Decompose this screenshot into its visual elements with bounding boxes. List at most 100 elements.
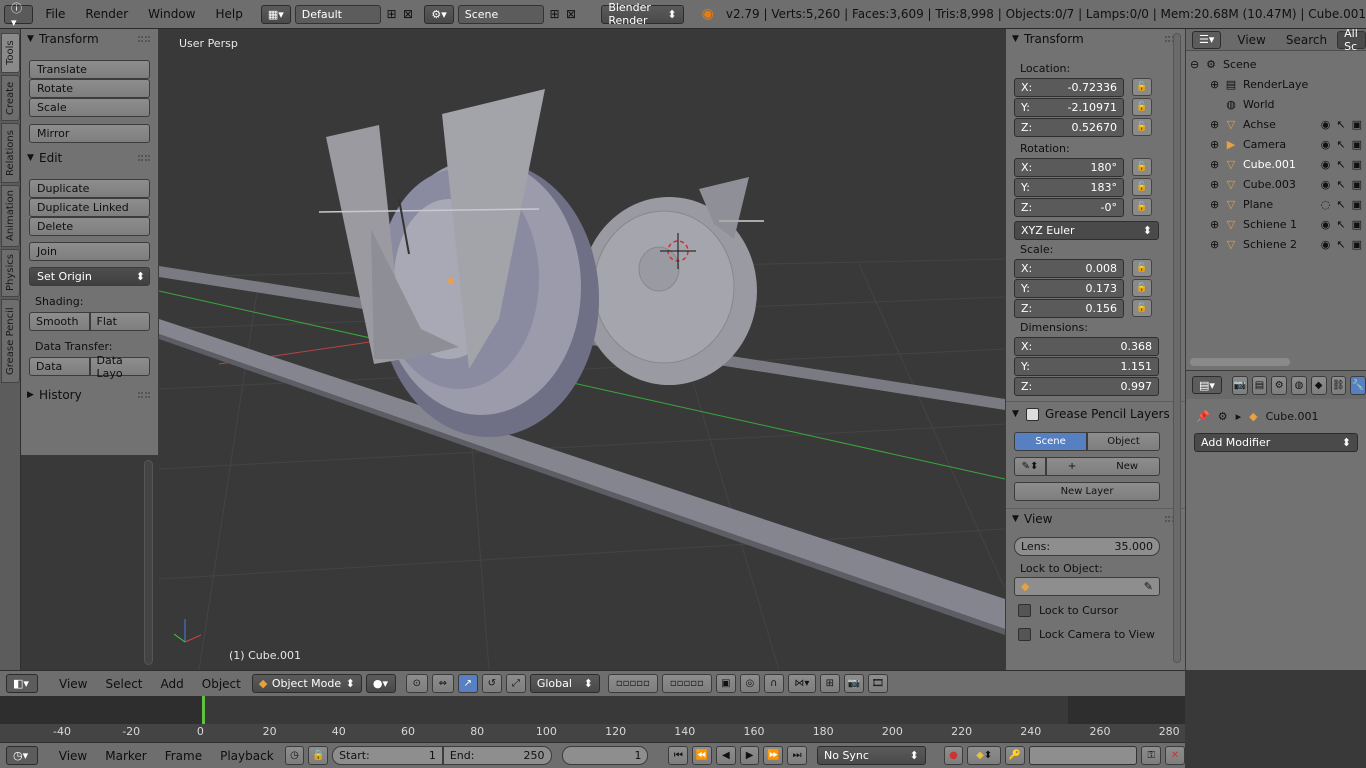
world-tab-icon[interactable]: ◍	[1291, 375, 1307, 395]
scale-manipulator-icon[interactable]: ⤢	[505, 674, 526, 693]
add-scene-icon[interactable]: ⊞	[548, 5, 561, 23]
cursor-icon[interactable]: ↖	[1336, 178, 1345, 191]
viewport-menu-add[interactable]: Add	[154, 677, 191, 691]
jump-end-icon[interactable]: ⏭	[787, 746, 807, 765]
eyedropper-icon[interactable]: ✎	[1144, 580, 1153, 593]
tab-create[interactable]: Create	[1, 75, 20, 121]
render-tab-icon[interactable]: 📷	[1231, 375, 1248, 395]
outliner-row-renderlayers[interactable]: ⊕ ▤ RenderLaye	[1186, 74, 1366, 94]
jump-start-icon[interactable]: ⏮	[668, 746, 689, 765]
eye-icon[interactable]: ◉	[1321, 118, 1331, 131]
expand-icon[interactable]: ⊕	[1210, 158, 1224, 171]
viewport-editor-type[interactable]: ◧▾	[6, 674, 38, 693]
gp-new-layer-button[interactable]: New Layer	[1014, 482, 1160, 501]
lock-camera-checkbox[interactable]	[1018, 627, 1031, 641]
rotation-x-field[interactable]: X: 180°	[1014, 157, 1124, 177]
outliner-row-schiene1[interactable]: ⊕ ▽ Schiene 1 ◉ ↖ ▣	[1186, 214, 1366, 234]
sync-mode-select[interactable]: No Sync ⬍	[816, 746, 926, 765]
keyframe-insert-icon[interactable]: 🔑	[1004, 746, 1025, 765]
insert-keyframe-icon[interactable]: ⚿	[1141, 746, 1162, 765]
start-frame-field[interactable]: Start: 1	[332, 746, 443, 765]
manipulator-toggle-icon[interactable]: ⇔	[431, 674, 454, 693]
pin-icon[interactable]: 📌	[1196, 410, 1210, 423]
render-icon[interactable]: ▣	[1352, 178, 1362, 191]
grease-pencil-layers-header[interactable]: ▼ Grease Pencil Layers	[1006, 402, 1185, 426]
gp-new-button[interactable]: + New	[1046, 457, 1160, 476]
lock-rotation-y-icon[interactable]: 🔓	[1132, 178, 1152, 196]
lock-location-z-icon[interactable]: 🔓	[1132, 118, 1152, 136]
remove-scene-icon[interactable]: ⊠	[565, 5, 578, 23]
viewport-shading-select[interactable]: ●▾	[365, 674, 396, 693]
data-button[interactable]: Data	[29, 357, 90, 376]
location-x-field[interactable]: X: -0.72336	[1014, 77, 1124, 97]
scale-x-field[interactable]: X: 0.008	[1014, 258, 1124, 278]
lock-location-x-icon[interactable]: 🔓	[1132, 78, 1152, 96]
current-frame-field[interactable]: 1	[561, 746, 649, 765]
viewport-menu-object[interactable]: Object	[195, 677, 248, 691]
render-icon[interactable]: ▣	[1352, 158, 1362, 171]
n-panel-scrollbar[interactable]	[1173, 33, 1181, 663]
outliner-view-menu[interactable]: View	[1237, 33, 1265, 47]
grease-pencil-checkbox[interactable]	[1026, 407, 1039, 421]
timeline-menu-view[interactable]: View	[52, 749, 94, 763]
render-engine-select[interactable]: Blender Render ⬍	[601, 1, 684, 27]
lock-scale-x-icon[interactable]: 🔓	[1132, 259, 1152, 277]
scale-y-field[interactable]: Y: 0.173	[1014, 278, 1124, 298]
eye-icon[interactable]: ◌	[1321, 198, 1331, 211]
eye-icon[interactable]: ◉	[1321, 138, 1331, 151]
scene-selector[interactable]: ⚙▾	[424, 4, 454, 24]
timeline-editor-type[interactable]: ◷▾	[6, 746, 38, 765]
smooth-button[interactable]: Smooth	[29, 312, 90, 331]
play-icon[interactable]: ▶	[739, 746, 760, 765]
timeline-menu-marker[interactable]: Marker	[98, 749, 153, 763]
scale-z-field[interactable]: Z: 0.156	[1014, 298, 1124, 318]
scene-name[interactable]: Scene	[457, 4, 545, 24]
eye-icon[interactable]: ◉	[1321, 178, 1331, 191]
modifiers-tab-icon[interactable]: 🔧	[1350, 375, 1366, 395]
orientation-select[interactable]: Global ⬍	[529, 674, 600, 693]
outliner-row-achse[interactable]: ⊕ ▽ Achse ◉ ↖ ▣	[1186, 114, 1366, 134]
cursor-icon[interactable]: ↖	[1336, 198, 1345, 211]
render-icon[interactable]: ▣	[1352, 198, 1362, 211]
dimensions-y-field[interactable]: Y: 1.151	[1014, 356, 1159, 376]
menu-render[interactable]: Render	[77, 7, 136, 21]
collapse-icon[interactable]: ⊖	[1190, 58, 1204, 71]
outliner-row-plane[interactable]: ⊕ ▽ Plane ◌ ↖ ▣	[1186, 194, 1366, 214]
lock-object-field[interactable]: ◆ ✎	[1014, 577, 1160, 596]
jump-keyframe-forward-icon[interactable]: ⏩	[763, 746, 784, 765]
editor-type-info-button[interactable]: ⓘ ▾	[4, 2, 34, 29]
outliner-scrollbar[interactable]	[1190, 358, 1290, 366]
eye-icon[interactable]: ◉	[1321, 218, 1331, 231]
layer-lock-icon[interactable]: ▣	[715, 674, 736, 693]
outliner-row-cube003[interactable]: ⊕ ▽ Cube.003 ◉ ↖ ▣	[1186, 174, 1366, 194]
jump-keyframe-back-icon[interactable]: ⏪	[692, 746, 712, 765]
tab-grease-pencil[interactable]: Grease Pencil	[1, 299, 20, 383]
properties-editor-type[interactable]: ▤▾	[1192, 376, 1222, 394]
cursor-icon[interactable]: ↖	[1336, 158, 1345, 171]
viewport-menu-view[interactable]: View	[52, 677, 94, 691]
snap-target-icon[interactable]: ⊞	[819, 674, 840, 693]
render-image-icon[interactable]: 📷	[843, 674, 864, 693]
timeline-menu-playback[interactable]: Playback	[213, 749, 281, 763]
render-icon[interactable]: ▣	[1352, 138, 1362, 151]
render-layers-tab-icon[interactable]: ▤	[1251, 375, 1268, 395]
delete-keyframe-icon[interactable]: ✕	[1165, 746, 1185, 765]
proportional-edit-icon[interactable]: ◎	[739, 674, 760, 693]
cursor-icon[interactable]: ↖	[1336, 238, 1345, 251]
rotate-button[interactable]: Rotate	[29, 79, 150, 98]
history-panel-header[interactable]: ▶ History	[21, 385, 158, 405]
object-tab-icon[interactable]: ◆	[1310, 375, 1327, 395]
lock-cursor-row[interactable]: Lock to Cursor	[1006, 598, 1185, 622]
keying-set-field[interactable]	[1028, 746, 1138, 765]
expand-icon[interactable]: ⊕	[1210, 118, 1224, 131]
remove-layout-icon[interactable]: ⊠	[402, 5, 415, 23]
outliner-row-camera[interactable]: ⊕ ▶ Camera ◉ ↖ ▣	[1186, 134, 1366, 154]
3d-viewport[interactable]: User Persp (1) Cube.001	[159, 29, 1005, 670]
set-origin-dropdown[interactable]: Set Origin ⬍	[29, 267, 150, 286]
rotate-manipulator-icon[interactable]: ↺	[481, 674, 502, 693]
location-y-field[interactable]: Y: -2.10971	[1014, 97, 1124, 117]
screen-layout-selector[interactable]: ▦▾	[260, 4, 291, 24]
join-button[interactable]: Join	[29, 242, 150, 261]
drag-grip-icon[interactable]	[138, 155, 150, 161]
translate-manipulator-icon[interactable]: ↗	[457, 674, 478, 693]
